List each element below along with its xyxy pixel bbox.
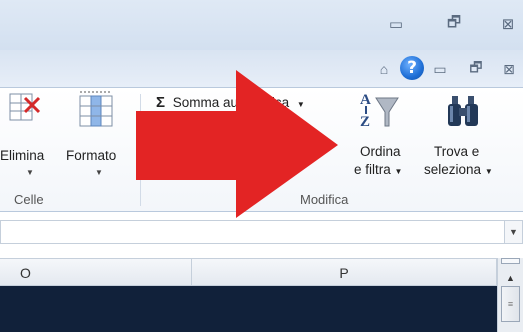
grip-icon: ≡ [507,299,514,309]
close-icon: ⊠ [503,60,515,77]
split-handle[interactable] [501,258,520,264]
restore-workbook-button[interactable]: 🗗 [466,59,486,79]
column-header-o[interactable]: O [0,259,192,286]
chevron-down-icon: ▼ [26,168,34,177]
close-icon: ⊠ [501,16,515,33]
modifica-group-label: Modifica [300,192,349,207]
seleziona-label: seleziona ▼ [424,162,493,177]
chevron-down-icon: ▼ [95,168,103,177]
celle-group-label: Celle [14,192,44,207]
help-glyph: ? [407,58,417,78]
formato-button[interactable]: Formato ▼ [64,88,134,186]
trova-label: Trova e [434,144,480,159]
group-divider [140,94,141,206]
column-label: O [20,264,31,281]
svg-text:Z: Z [360,114,370,130]
sheet-area[interactable] [0,286,497,332]
chevron-down-icon: ▼ [296,100,305,109]
cancella-label: Cancella [173,160,227,175]
formula-bar: ▼ [0,212,523,248]
column-headers: O P [0,258,497,286]
column-label: P [339,264,349,281]
minimize-icon: ▭ [388,16,404,33]
chevron-down-icon: ▼ [509,227,518,237]
restore-icon: 🗗 [469,59,483,75]
sigma-icon: Σ [156,94,166,111]
minimize-workbook-button[interactable]: ▭ [430,59,450,79]
trova-seleziona-button[interactable]: Trova e seleziona ▼ [424,88,520,186]
somma-automatica-label: Somma automatica [172,95,290,110]
minimize-window-button[interactable]: ▭ [385,14,407,34]
column-header-p[interactable]: P [192,259,497,286]
collapse-ribbon-button[interactable]: ⌂ [374,59,394,79]
expand-formula-button[interactable]: ▼ [505,220,523,244]
ribbon-control-strip: ⌂ ? ▭ 🗗 ⊠ [0,50,523,88]
close-workbook-button[interactable]: ⊠ [499,59,519,79]
elimina-button[interactable]: Elimina ▼ [0,88,62,186]
vertical-scrollbar[interactable]: ▲ ≡ [497,258,523,332]
elimina-label: Elimina [0,148,45,163]
eraser-icon: ◆ [156,160,166,175]
delete-cells-icon [9,93,41,121]
binoculars-icon [448,96,478,126]
restore-window-button[interactable]: 🗗 [443,14,465,34]
sort-filter-icon: A Z [360,92,399,130]
ordina-filtra-button[interactable]: A Z Ordina e filtra ▼ [352,88,422,186]
minimize-icon: ▭ [433,60,447,77]
formula-input[interactable] [0,220,505,244]
scroll-thumb[interactable]: ≡ [501,286,520,322]
somma-automatica-button[interactable]: Σ Somma automatica ▼ [156,94,305,111]
formato-label: Formato [66,148,117,163]
svg-text:A: A [360,92,371,108]
ribbon-body: Elimina ▼ Formato ▼ Celle Σ Somma automa… [0,88,523,212]
caret-up-icon: ▲ [506,273,515,283]
restore-icon: 🗗 [446,13,462,31]
title-bar: ▭ 🗗 ⊠ [0,0,523,50]
cancella-button[interactable]: ◆ Cancella [156,160,226,176]
ordina-label: Ordina [360,144,401,159]
format-cells-icon [79,91,113,127]
close-window-button[interactable]: ⊠ [497,14,519,34]
caret-up-icon: ⌂ [379,61,389,77]
help-icon[interactable]: ? [400,56,424,80]
scroll-up-button[interactable]: ▲ [501,272,520,284]
e-filtra-label: e filtra ▼ [354,162,403,177]
